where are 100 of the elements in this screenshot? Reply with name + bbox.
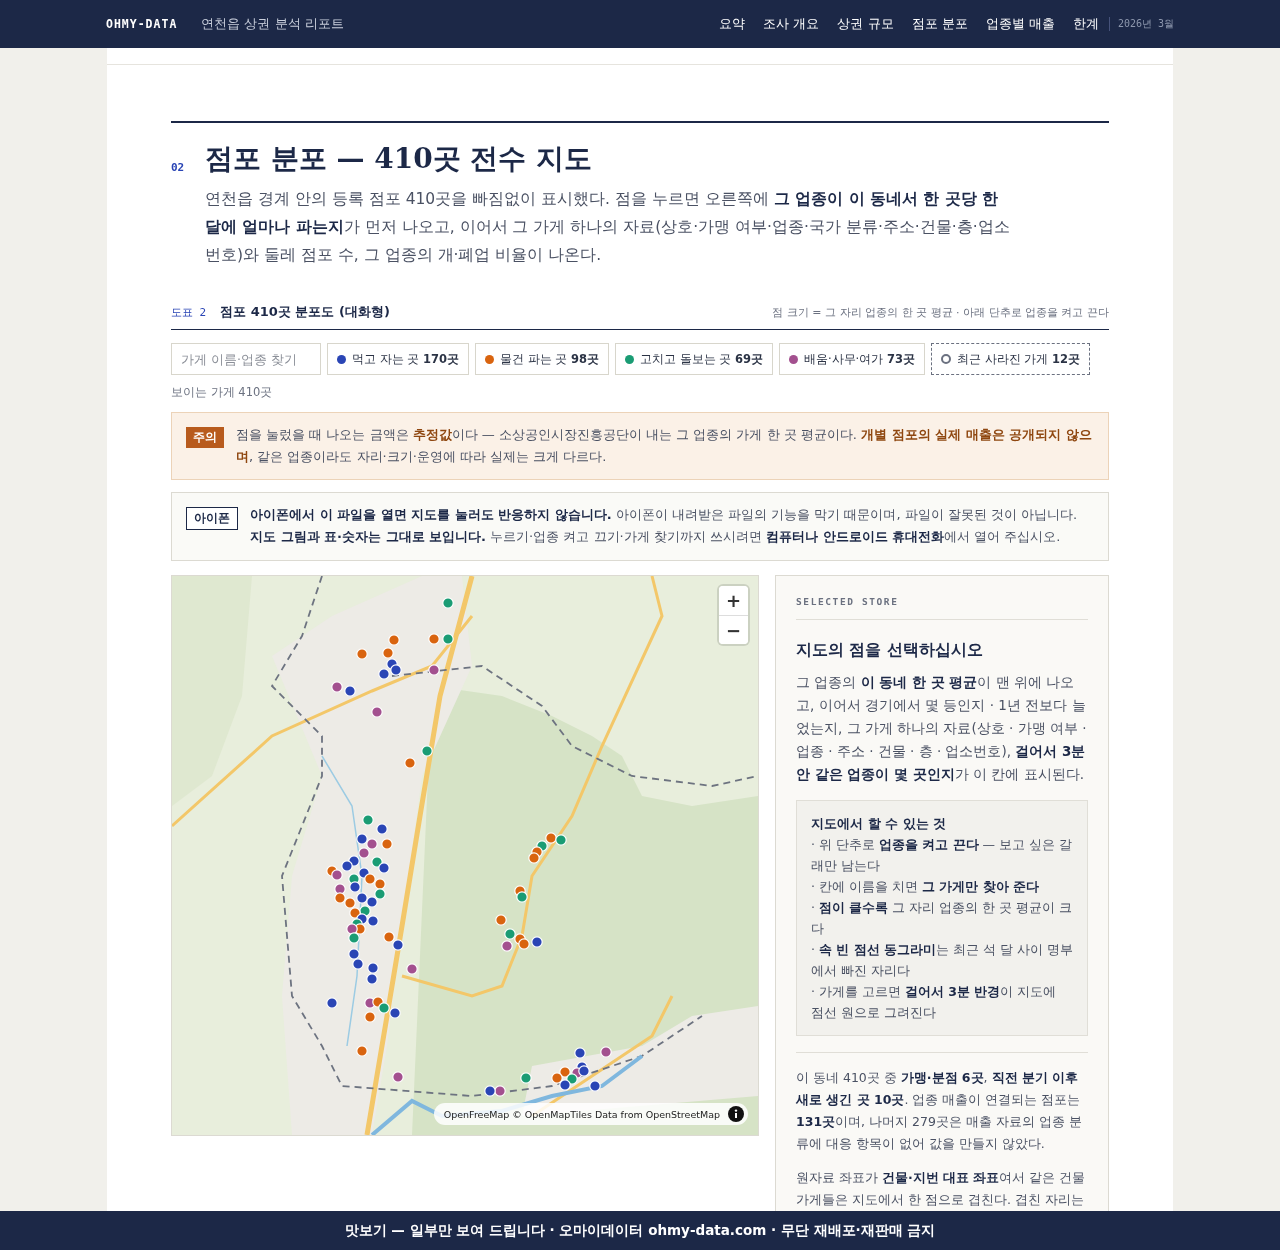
map-marker[interactable] [388, 634, 400, 646]
nav-link[interactable]: 업종별 매출 [985, 15, 1055, 33]
map-marker[interactable] [366, 896, 378, 908]
map-marker[interactable] [442, 633, 454, 645]
map-marker[interactable] [516, 891, 528, 903]
map-marker[interactable] [367, 962, 379, 974]
nav-link[interactable]: 요약 [719, 15, 746, 33]
map-marker[interactable] [589, 1080, 601, 1092]
map-marker[interactable] [371, 856, 383, 868]
map-marker[interactable] [378, 668, 390, 680]
map-marker[interactable] [349, 881, 361, 893]
map-marker[interactable] [331, 681, 343, 693]
brand-logo[interactable]: OHMY-DATA [106, 17, 178, 31]
notice-tag: 아이폰 [186, 507, 238, 530]
map-marker[interactable] [428, 664, 440, 676]
visible-count: 보이는 가게 410곳 [171, 385, 274, 400]
map-marker[interactable] [484, 1085, 496, 1097]
map-marker[interactable] [551, 1072, 563, 1084]
map-marker[interactable] [383, 931, 395, 943]
map-marker[interactable] [421, 745, 433, 757]
map-marker[interactable] [559, 1079, 571, 1091]
notice-tag: 주의 [186, 427, 224, 448]
filter-button[interactable]: 고치고 돌보는 곳 69곳 [614, 343, 773, 375]
map-marker[interactable] [390, 664, 402, 676]
tips-title: 지도에서 할 수 있는 것 [811, 815, 948, 833]
map-marker[interactable] [501, 940, 513, 952]
map-marker[interactable] [364, 873, 376, 885]
panel-paragraph: 원자료 좌표가 건물·지번 대표 좌표여서 같은 건물 가게들은 지도에서 한 점으로 겹친다. 겹친 자리는 [796, 1169, 1087, 1209]
map-marker[interactable] [392, 1071, 404, 1083]
search-field[interactable]: 가게 이름·업종 찾기 [171, 343, 321, 375]
map-marker[interactable] [348, 932, 360, 944]
map-marker[interactable] [356, 833, 368, 845]
map-marker[interactable] [352, 958, 364, 970]
tip-item: · 점이 클수록 그 자리 업종의 한 곳 평균이 크다 [811, 899, 1073, 938]
map-marker[interactable] [364, 1011, 376, 1023]
map-marker[interactable] [356, 1045, 368, 1057]
map-marker[interactable] [374, 888, 386, 900]
panel-paragraph: 이 동네 410곳 중 가맹·분점 6곳, 직전 분기 이후 새로 생긴 곳 10곳. 업종 매출이 연결되는 점포는 131곳이며, 나머지 279곳은 매출 자료의 업종 분류에 대응 항목이 없어 값을 만들지 않았다. [796, 1069, 1083, 1153]
map-marker[interactable] [356, 892, 368, 904]
map-marker[interactable] [545, 832, 557, 844]
map-marker[interactable] [356, 648, 368, 660]
map-marker[interactable] [566, 1073, 578, 1085]
map-marker[interactable] [555, 834, 567, 846]
filter-button[interactable]: 배움·사무·여가 73곳 [778, 343, 925, 375]
map-marker[interactable] [346, 923, 358, 935]
filter-button[interactable]: 먹고 자는 곳 170곳 [327, 343, 469, 375]
section-title: 점포 분포 — 410곳 전수 지도 [205, 141, 594, 177]
map-marker[interactable] [326, 997, 338, 1009]
map-marker[interactable] [520, 1072, 532, 1084]
map-marker[interactable] [381, 838, 393, 850]
map-marker[interactable] [406, 963, 418, 975]
nav-link[interactable]: 상권 규모 [837, 15, 894, 33]
map-marker[interactable] [341, 860, 353, 872]
map-marker[interactable] [348, 948, 360, 960]
tip-item: · 가게를 고르면 걸어서 3분 반경이 지도에 점선 원으로 그려진다 [811, 983, 1058, 1022]
map-marker[interactable] [404, 757, 416, 769]
info-icon[interactable] [728, 1106, 744, 1122]
map-marker[interactable] [344, 897, 356, 909]
map-marker[interactable] [358, 847, 370, 859]
map-marker[interactable] [518, 938, 530, 950]
map-marker[interactable] [495, 914, 507, 926]
map-marker[interactable] [528, 852, 540, 864]
map-marker[interactable] [559, 1066, 571, 1078]
map-marker[interactable] [531, 936, 543, 948]
nav-link[interactable]: 점포 분포 [911, 15, 968, 33]
map-marker[interactable] [349, 907, 361, 919]
map-marker[interactable] [378, 1002, 390, 1014]
map-marker[interactable] [574, 1047, 586, 1059]
map-marker[interactable] [366, 973, 378, 985]
map-marker[interactable] [367, 915, 379, 927]
map-marker[interactable] [334, 883, 346, 895]
map-marker[interactable] [376, 823, 388, 835]
notice-text: 아이폰에서 이 파일을 열면 지도를 눌러도 반응하지 않습니다. 아이폰이 내려받은 파일의 기능을 막기 때문이며, 파일이 잘못된 것이 아닙니다. 지도 그림과 표·숫자는 그대로 보입니다. 누르기·업종 켜고 끄기·가게 찾기까지 쓰시려면 컴퓨터나 안드로이드 휴대전화에서 열어 주십시오. [250, 506, 1079, 546]
figure-note: 점 크기 = 그 자리 업종의 한 곳 평균 · 아래 단추로 업종을 켜고 끈다 [772, 305, 1109, 320]
map-marker[interactable] [382, 647, 394, 659]
map-marker[interactable] [389, 1007, 401, 1019]
filter-button[interactable]: 물건 파는 곳 98곳 [475, 343, 609, 375]
panel-intro: 그 업종의 이 동네 한 곳 평균이 맨 위에 나오고, 이어서 경기에서 몇 등인지 · 1년 전보다 늘었는지, 그 가게 하나의 자료(상호 · 가맹 여부 · 업종 · 주소 · 건물 · 층 · 업소번호), 걸어서 3분 안 같은 업종이 몇 곳인지가 이 칸에 표시된다. [796, 673, 1088, 784]
notice-text: 점을 눌렀을 때 나오는 금액은 추정값이다 — 소상공인시장진흥공단이 내는 그 업종의 가게 한 곳 평균이다. 개별 점포의 실제 매출은 공개되지 않으며, 같은 업종이라도 자리·크기·운영에 따라 실제는 크게 다르다. [236, 426, 1093, 466]
map-marker[interactable] [392, 939, 404, 951]
map-marker[interactable] [442, 597, 454, 609]
map-marker[interactable] [344, 685, 356, 697]
map-marker[interactable] [334, 892, 346, 904]
nav-link[interactable]: 한계 [1072, 15, 1099, 33]
map-marker[interactable] [371, 706, 383, 718]
filter-button[interactable]: 최근 사라진 가게 12곳 [930, 343, 1090, 375]
zoom-out-button[interactable]: − [719, 615, 748, 644]
nav-link[interactable]: 조사 개요 [763, 15, 820, 33]
map-marker[interactable] [494, 1085, 506, 1097]
map-marker[interactable] [378, 862, 390, 874]
map-marker[interactable] [428, 633, 440, 645]
map-marker[interactable] [331, 869, 343, 881]
map-marker[interactable] [578, 1065, 590, 1077]
map-marker[interactable] [366, 838, 378, 850]
map-marker[interactable] [504, 928, 516, 940]
tip-item: · 속 빈 점선 동그라미는 최근 석 달 사이 명부에서 빠진 자리다 [811, 941, 1073, 980]
report-date: 2026년 3월 [1108, 17, 1174, 31]
map-marker[interactable] [600, 1046, 612, 1058]
map-marker[interactable] [362, 814, 374, 826]
map-marker[interactable] [374, 878, 386, 890]
